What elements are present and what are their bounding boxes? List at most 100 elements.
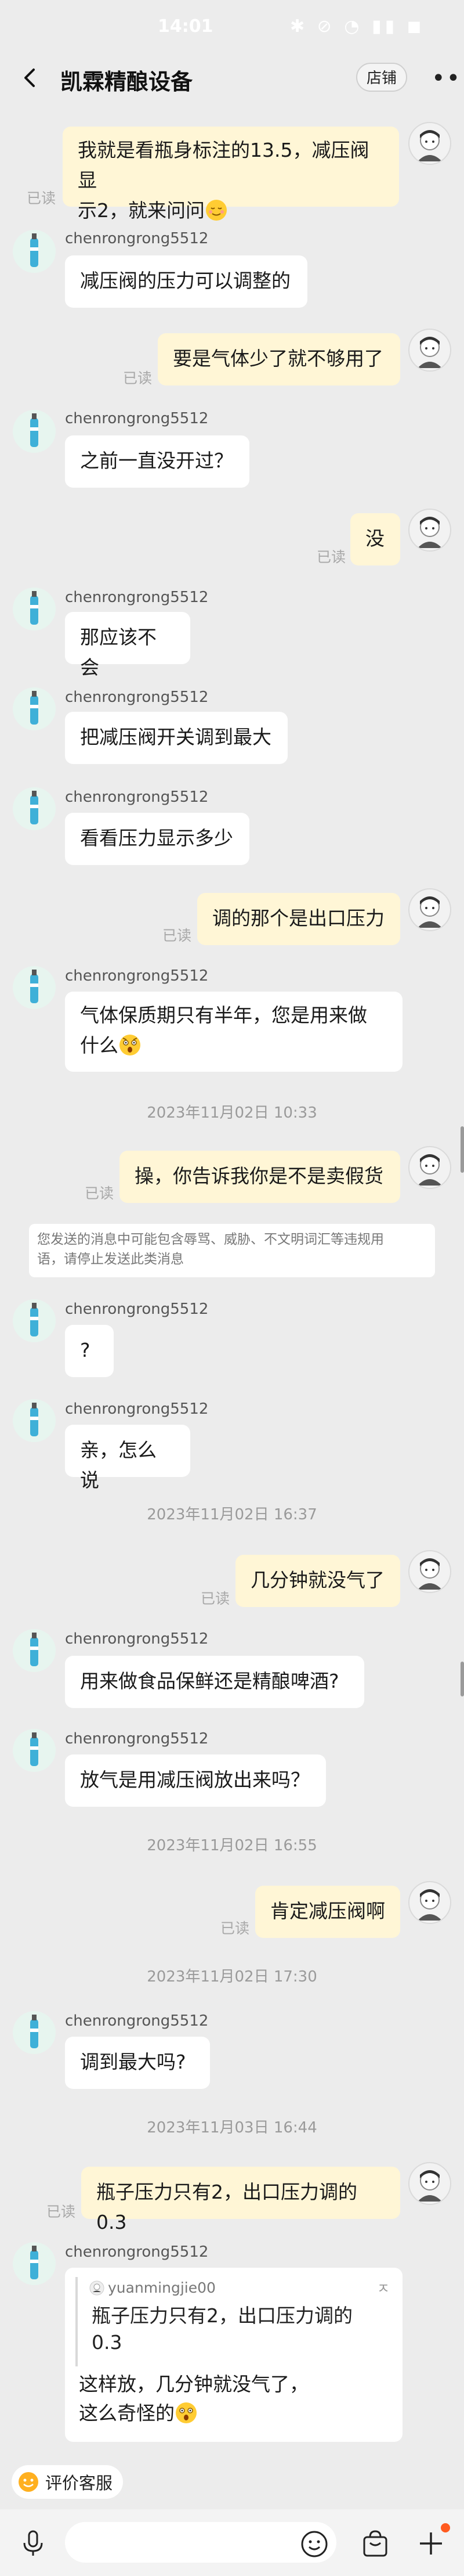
gas-cylinder-icon bbox=[30, 233, 38, 267]
more-options-icon[interactable]: ••• bbox=[432, 65, 464, 92]
my-avatar[interactable] bbox=[408, 329, 451, 372]
gas-cylinder-icon bbox=[30, 1403, 38, 1436]
read-status: 已读 bbox=[85, 1185, 114, 1202]
message-bubble-them[interactable]: 气体保质期只有半年，您是用来做 什么 bbox=[65, 992, 403, 1072]
seller-avatar[interactable] bbox=[13, 2242, 56, 2285]
my-avatar[interactable] bbox=[408, 1550, 451, 1593]
scrollbar-thumb[interactable] bbox=[461, 1126, 464, 1173]
shocked-face-emoji bbox=[119, 1035, 140, 1055]
message-bubble-me[interactable]: 没 bbox=[350, 513, 400, 565]
voice-input-icon[interactable] bbox=[17, 2527, 49, 2558]
gas-cylinder-icon bbox=[30, 2015, 38, 2048]
rate-service-chip[interactable]: 评价客服 bbox=[12, 2465, 124, 2499]
seller-avatar[interactable] bbox=[13, 230, 56, 273]
message-bubble-them[interactable]: ? bbox=[65, 1325, 114, 1377]
emoji-picker-icon[interactable] bbox=[300, 2530, 328, 2558]
gas-cylinder-icon bbox=[30, 791, 38, 824]
message-bubble-me[interactable]: 我就是看瓶身标注的13.5，减压阀显 示2，就来问问 bbox=[63, 127, 399, 222]
user-avatar-icon bbox=[418, 517, 442, 548]
quoted-text: 瓶子压力只有2，出口压力调的 0.3 bbox=[92, 2303, 376, 2356]
user-avatar-icon bbox=[418, 1558, 442, 1590]
message-bubble-me[interactable]: 几分钟就没气了 bbox=[235, 1555, 400, 1607]
sender-username: chenrongrong5512 bbox=[65, 967, 209, 985]
seller-avatar[interactable] bbox=[13, 1629, 56, 1672]
reply-text-line: 这样放，几分钟就没气了， bbox=[79, 2373, 309, 2395]
quoted-username: yuanmingjie00 bbox=[108, 2279, 216, 2296]
status-icons: ✱ ⊘ ◔ ▮▮ ◼ bbox=[290, 16, 425, 37]
message-bubble-me[interactable]: 调的那个是出口压力 bbox=[197, 893, 400, 945]
shocked-face-emoji bbox=[176, 2402, 197, 2423]
quote-reply-bubble[interactable]: yuanmingjie00 ㅈ 瓶子压力只有2，出口压力调的 0.3 这样放，几… bbox=[65, 2268, 403, 2442]
quoted-message[interactable]: yuanmingjie00 ㅈ 瓶子压力只有2，出口压力调的 0.3 bbox=[75, 2277, 396, 2366]
seller-avatar[interactable] bbox=[13, 1729, 56, 1772]
back-arrow-icon[interactable] bbox=[20, 67, 41, 88]
sender-username: chenrongrong5512 bbox=[65, 2243, 209, 2261]
message-bubble-them[interactable]: 那应该不会 bbox=[65, 612, 190, 679]
add-more-icon[interactable] bbox=[415, 2528, 447, 2559]
scrollbar-thumb[interactable] bbox=[461, 1662, 464, 1696]
warning-text: 您发送的消息中可能包含辱骂、威胁、不文明词汇等违规用 bbox=[37, 1232, 384, 1247]
my-avatar[interactable] bbox=[408, 122, 451, 165]
message-bubble-them[interactable]: 之前一直没开过？ bbox=[65, 435, 249, 488]
timestamp-divider: 2023年11月02日 17:30 bbox=[147, 1968, 317, 1986]
warning-text: 语，请停止发送此类消息 bbox=[37, 1252, 184, 1267]
rate-service-label: 评价客服 bbox=[45, 2473, 113, 2493]
status-bar: 14:01 ✱ ⊘ ◔ ▮▮ ◼ bbox=[0, 0, 464, 56]
shopping-bag-icon[interactable] bbox=[360, 2528, 391, 2559]
user-avatar-icon bbox=[418, 130, 442, 161]
message-bubble-them[interactable]: 把减压阀开关调到最大 bbox=[65, 712, 288, 764]
my-avatar[interactable] bbox=[408, 2162, 451, 2205]
sender-username: chenrongrong5512 bbox=[65, 689, 209, 706]
message-input[interactable] bbox=[65, 2522, 336, 2563]
message-bubble-me[interactable]: 瓶子压力只有2，出口压力调的0.3 bbox=[81, 2167, 400, 2233]
message-bubble-me[interactable]: 肯定减压阀啊 bbox=[255, 1886, 400, 1938]
read-status: 已读 bbox=[46, 2203, 76, 2220]
message-bubble-them[interactable]: 亲，怎么说 bbox=[65, 1425, 190, 1491]
smile-rating-icon bbox=[19, 2472, 38, 2492]
gas-cylinder-icon bbox=[30, 691, 38, 725]
read-status: 已读 bbox=[123, 370, 153, 387]
seller-avatar[interactable] bbox=[13, 966, 56, 1009]
seller-avatar[interactable] bbox=[13, 588, 56, 631]
seller-avatar[interactable] bbox=[13, 410, 56, 453]
quoted-text-line: 瓶子压力只有2，出口压力调的 bbox=[92, 2304, 353, 2327]
message-text: 气体保质期只有半年，您是用来做 bbox=[80, 1004, 367, 1026]
seller-avatar[interactable] bbox=[13, 2011, 56, 2054]
sender-username: chenrongrong5512 bbox=[65, 2012, 209, 2030]
quoted-text-line: 0.3 bbox=[92, 2331, 122, 2354]
message-bubble-them[interactable]: 调到最大吗? bbox=[65, 2037, 210, 2089]
message-input-bar bbox=[0, 2509, 464, 2576]
quote-pin-icon: ㅈ bbox=[376, 2280, 390, 2297]
my-avatar[interactable] bbox=[408, 1146, 451, 1189]
seller-avatar[interactable] bbox=[13, 1399, 56, 1442]
seller-avatar[interactable] bbox=[13, 1299, 56, 1342]
sender-username: chenrongrong5512 bbox=[65, 1300, 209, 1318]
my-avatar[interactable] bbox=[408, 509, 451, 552]
violation-warning-notice: 您发送的消息中可能包含辱骂、威胁、不文明词汇等违规用 语，请停止发送此类消息 bbox=[29, 1224, 435, 1277]
reply-text: 这样放，几分钟就没气了， 这么奇怪的 bbox=[79, 2370, 309, 2428]
user-avatar-icon bbox=[418, 2170, 442, 2202]
reply-text-line: 这么奇怪的 bbox=[79, 2402, 175, 2424]
message-text: 示2，就来问问 bbox=[78, 199, 205, 222]
message-bubble-me[interactable]: 操，你告诉我你是不是卖假货 bbox=[119, 1151, 400, 1203]
shop-button[interactable]: 店铺 bbox=[356, 63, 407, 92]
timestamp-divider: 2023年11月02日 16:37 bbox=[147, 1506, 317, 1523]
message-bubble-them[interactable]: 用来做食品保鲜还是精酿啤酒? bbox=[65, 1656, 364, 1708]
message-bubble-them[interactable]: 减压阀的压力可以调整的 bbox=[65, 255, 307, 308]
read-status: 已读 bbox=[162, 927, 192, 944]
message-bubble-me[interactable]: 要是气体少了就不够用了 bbox=[158, 333, 400, 386]
sender-username: chenrongrong5512 bbox=[65, 1630, 209, 1648]
timestamp-divider: 2023年11月03日 16:44 bbox=[147, 2119, 317, 2137]
gas-cylinder-icon bbox=[30, 1633, 38, 1666]
chat-header: 凯霖精酿设备 店铺 ••• bbox=[0, 56, 464, 101]
message-bubble-them[interactable]: 看看压力显示多少 bbox=[65, 813, 249, 865]
shop-name-title: 凯霖精酿设备 bbox=[60, 69, 193, 95]
seller-avatar[interactable] bbox=[13, 787, 56, 830]
message-text: 我就是看瓶身标注的13.5，减压阀显 bbox=[78, 139, 369, 192]
timestamp-divider: 2023年11月02日 16:55 bbox=[147, 1837, 317, 1854]
read-status: 已读 bbox=[201, 1590, 230, 1607]
my-avatar[interactable] bbox=[408, 888, 451, 931]
my-avatar[interactable] bbox=[408, 1881, 451, 1924]
message-bubble-them[interactable]: 放气是用减压阀放出来吗？ bbox=[65, 1754, 326, 1807]
seller-avatar[interactable] bbox=[13, 687, 56, 730]
